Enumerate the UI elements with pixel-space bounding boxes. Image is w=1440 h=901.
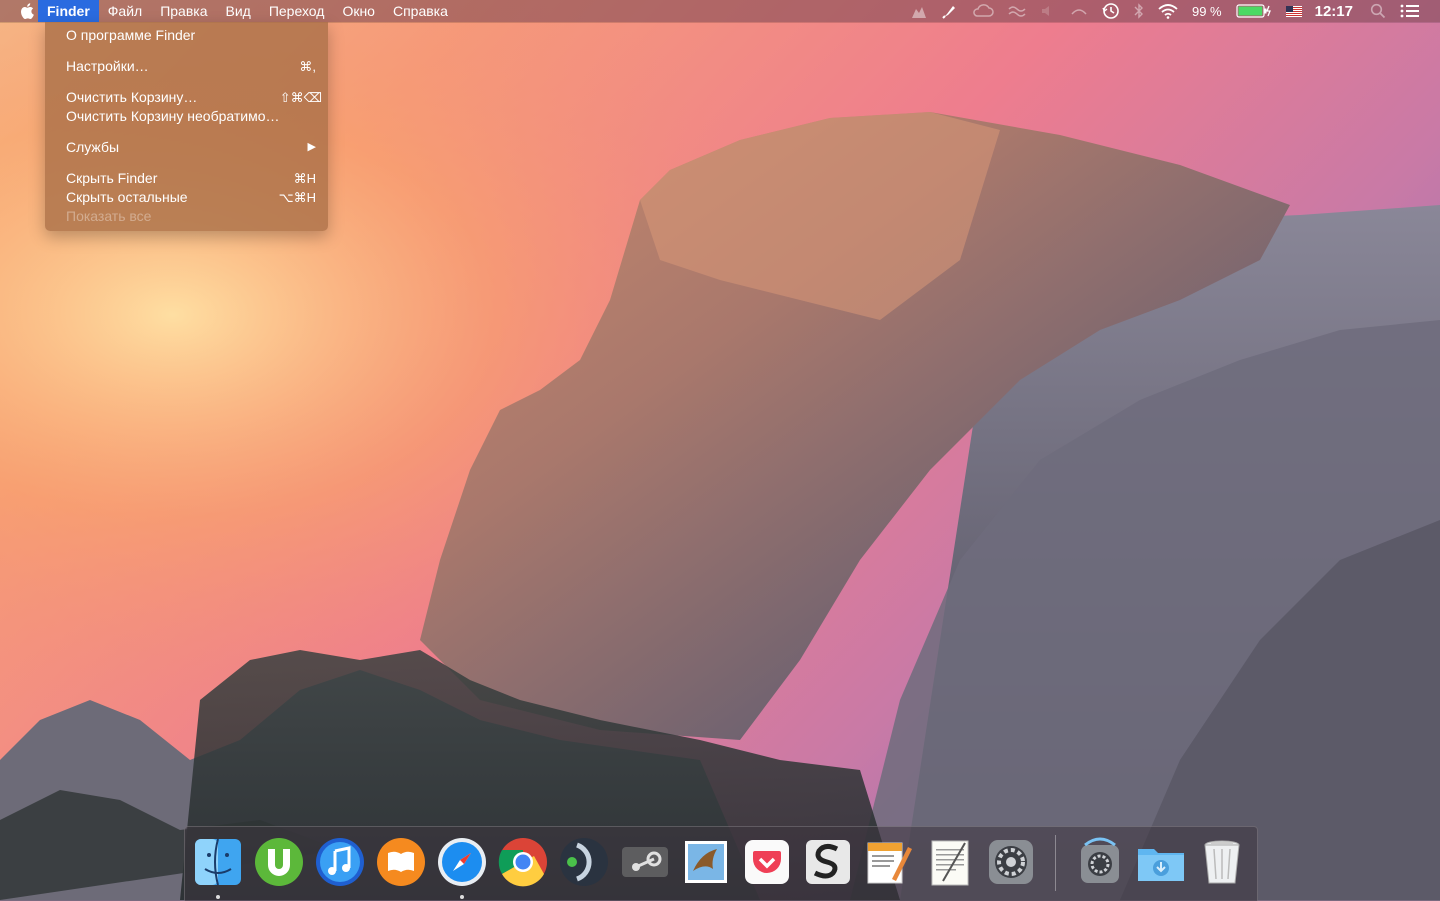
menu-item-label: Настройки… <box>66 58 149 74</box>
textedit-icon[interactable] <box>923 835 977 889</box>
menu-item-hide-others[interactable]: Скрыть остальные ⌥⌘H <box>66 188 318 207</box>
menu-item-shortcut: ⌘, <box>299 59 316 74</box>
menu-item-label: Службы <box>66 139 120 155</box>
menu-bar: Finder Файл Правка Вид Переход Окно Спра… <box>0 0 1440 22</box>
wave-icon[interactable] <box>1008 0 1026 22</box>
battery-percent: 99 % <box>1191 3 1222 19</box>
ibooks-icon[interactable] <box>374 835 428 889</box>
menu-item-label: Скрыть Finder <box>66 170 158 186</box>
menu-window[interactable]: Окно <box>333 0 384 22</box>
pages-icon[interactable] <box>862 835 916 889</box>
menu-item-preferences[interactable]: Настройки… ⌘, <box>66 57 318 76</box>
menu-item-shortcut: ⇧⌘⌫ <box>279 90 322 105</box>
menu-item-shortcut: ⌥⌘H <box>278 190 316 205</box>
menu-item-label: Очистить Корзину… <box>66 89 198 105</box>
system-preferences-icon[interactable] <box>984 835 1038 889</box>
menu-item-show-all: Показать все <box>66 207 318 226</box>
menu-file[interactable]: Файл <box>99 0 151 22</box>
handoff-icon[interactable] <box>1070 0 1088 22</box>
menu-go[interactable]: Переход <box>260 0 334 22</box>
itunes-icon[interactable] <box>313 835 367 889</box>
steam-icon[interactable] <box>618 835 672 889</box>
time-machine-icon[interactable] <box>1102 0 1120 22</box>
menu-item-secure-empty-trash[interactable]: Очистить Корзину необратимо… <box>66 107 318 126</box>
utorrent-icon[interactable] <box>252 835 306 889</box>
finder-icon[interactable] <box>191 835 245 899</box>
speaker-icon[interactable] <box>1040 0 1056 22</box>
submenu-arrow-icon: ▶ <box>307 141 316 153</box>
steam-status-icon[interactable] <box>910 0 928 22</box>
chrome-icon[interactable] <box>496 835 550 889</box>
status-area: 99 % 12:17 <box>903 0 1440 22</box>
menu-item-services[interactable]: Службы ▶ <box>66 138 318 157</box>
downloads-folder-icon[interactable] <box>1134 835 1188 889</box>
teamspeak-icon[interactable] <box>557 835 611 889</box>
mail-icon[interactable] <box>679 835 733 889</box>
bluetooth-icon[interactable] <box>1134 0 1144 22</box>
battery-icon[interactable] <box>1236 0 1272 22</box>
menu-item-shortcut: ⌘H <box>293 171 316 186</box>
menu-item-label: Очистить Корзину необратимо… <box>66 108 280 124</box>
applications-stack-icon[interactable] <box>1073 835 1127 889</box>
safari-icon[interactable] <box>435 835 489 899</box>
menu-help[interactable]: Справка <box>384 0 457 22</box>
pen-tool-icon[interactable] <box>942 0 958 22</box>
menubar-clock[interactable]: 12:17 <box>1315 0 1353 22</box>
menu-edit[interactable]: Правка <box>151 0 216 22</box>
notification-center-icon[interactable] <box>1400 0 1420 22</box>
cloud-sync-icon[interactable] <box>972 0 994 22</box>
menu-item-hide-finder[interactable]: Скрыть Finder ⌘H <box>66 169 318 188</box>
menu-view[interactable]: Вид <box>217 0 260 22</box>
spotlight-search-icon[interactable] <box>1370 0 1386 22</box>
menu-finder[interactable]: Finder <box>38 0 99 22</box>
menu-item-label: О программе Finder <box>66 27 196 43</box>
pocket-icon[interactable] <box>740 835 794 889</box>
running-indicator <box>460 895 464 899</box>
dock-separator <box>1055 835 1056 891</box>
dock <box>184 826 1258 901</box>
menu-item-about-finder[interactable]: О программе Finder <box>66 26 318 45</box>
finder-dropdown-menu: О программе Finder Настройки… ⌘, Очистит… <box>45 22 328 231</box>
wifi-icon[interactable] <box>1158 0 1178 22</box>
input-source-flag-icon[interactable] <box>1285 0 1302 22</box>
trash-icon[interactable] <box>1195 835 1249 889</box>
menu-item-label: Показать все <box>66 208 152 224</box>
scrivener-icon[interactable] <box>801 835 855 889</box>
menu-item-empty-trash[interactable]: Очистить Корзину… ⇧⌘⌫ <box>66 88 322 107</box>
apple-menu-icon[interactable] <box>16 3 38 19</box>
running-indicator <box>216 895 220 899</box>
menu-item-label: Скрыть остальные <box>66 189 188 205</box>
